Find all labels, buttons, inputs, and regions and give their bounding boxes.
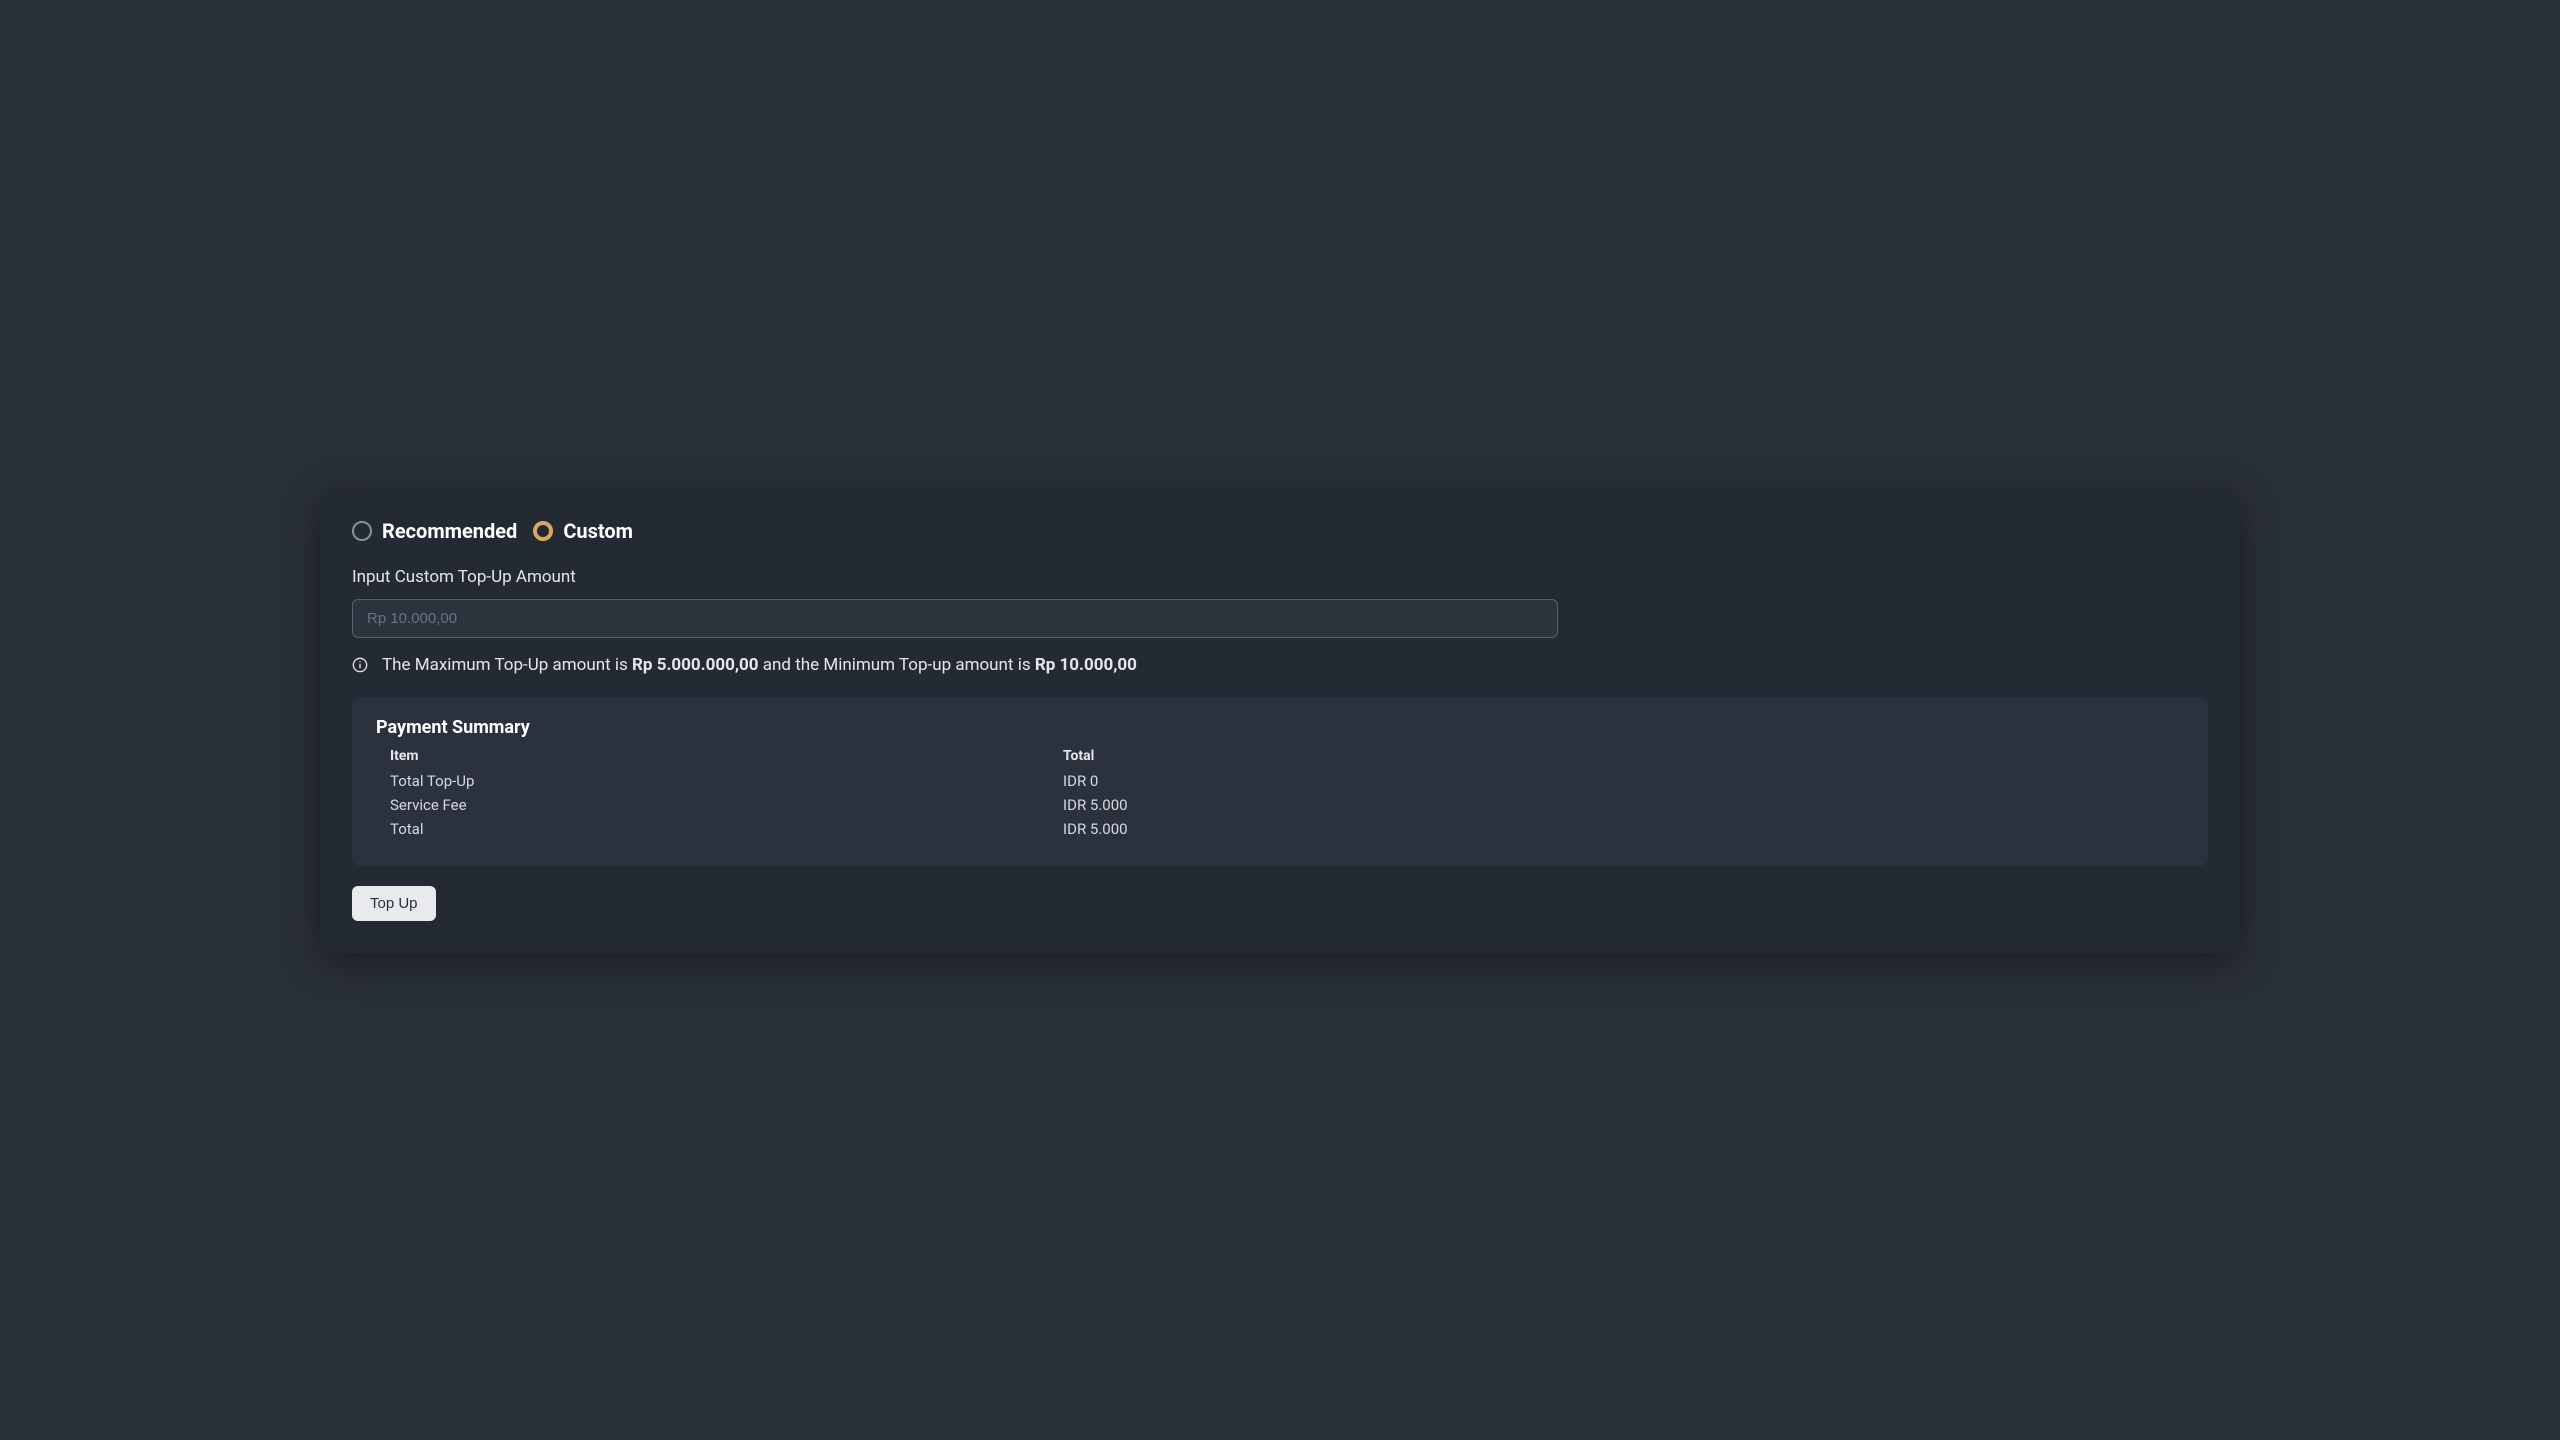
amount-input-label: Input Custom Top-Up Amount (352, 567, 2208, 587)
summary-total-column: Total IDR 0 IDR 5.000 IDR 5.000 (1063, 748, 2184, 838)
summary-item-cell: Total Top-Up (390, 772, 1063, 790)
summary-total-cell: IDR 5.000 (1063, 796, 2184, 814)
helper-middle: and the Minimum Top-up amount is (759, 655, 1035, 675)
amount-helper-row: The Maximum Top-Up amount is Rp 5.000.00… (352, 654, 2208, 678)
radio-unchecked-icon (352, 521, 372, 541)
radio-custom[interactable]: Custom (533, 519, 633, 543)
payment-summary-grid: Item Total Top-Up Service Fee Total Tota… (376, 748, 2184, 838)
radio-checked-icon (533, 521, 553, 541)
info-icon (352, 657, 368, 673)
summary-total-cell: IDR 0 (1063, 772, 2184, 790)
radio-recommended[interactable]: Recommended (352, 519, 517, 543)
helper-prefix: The Maximum Top-Up amount is (382, 655, 632, 675)
amount-input[interactable] (352, 599, 1558, 638)
helper-max: Rp 5.000.000,00 (632, 655, 759, 675)
summary-item-cell: Service Fee (390, 796, 1063, 814)
amount-helper-text: The Maximum Top-Up amount is Rp 5.000.00… (382, 654, 1137, 678)
payment-summary-title: Payment Summary (376, 717, 2184, 738)
helper-min: Rp 10.000,00 (1035, 655, 1137, 675)
topup-button[interactable]: Top Up (352, 886, 436, 921)
summary-item-cell: Total (390, 820, 1063, 838)
radio-recommended-label: Recommended (382, 519, 517, 543)
summary-item-column: Item Total Top-Up Service Fee Total (376, 748, 1063, 838)
payment-summary-panel: Payment Summary Item Total Top-Up Servic… (352, 697, 2208, 866)
summary-total-cell: IDR 5.000 (1063, 820, 2184, 838)
radio-custom-label: Custom (563, 519, 633, 543)
summary-item-header: Item (390, 748, 1063, 766)
topup-card: Recommended Custom Input Custom Top-Up A… (320, 487, 2240, 954)
summary-total-header: Total (1063, 748, 2184, 766)
amount-mode-radio-group: Recommended Custom (352, 519, 2208, 543)
